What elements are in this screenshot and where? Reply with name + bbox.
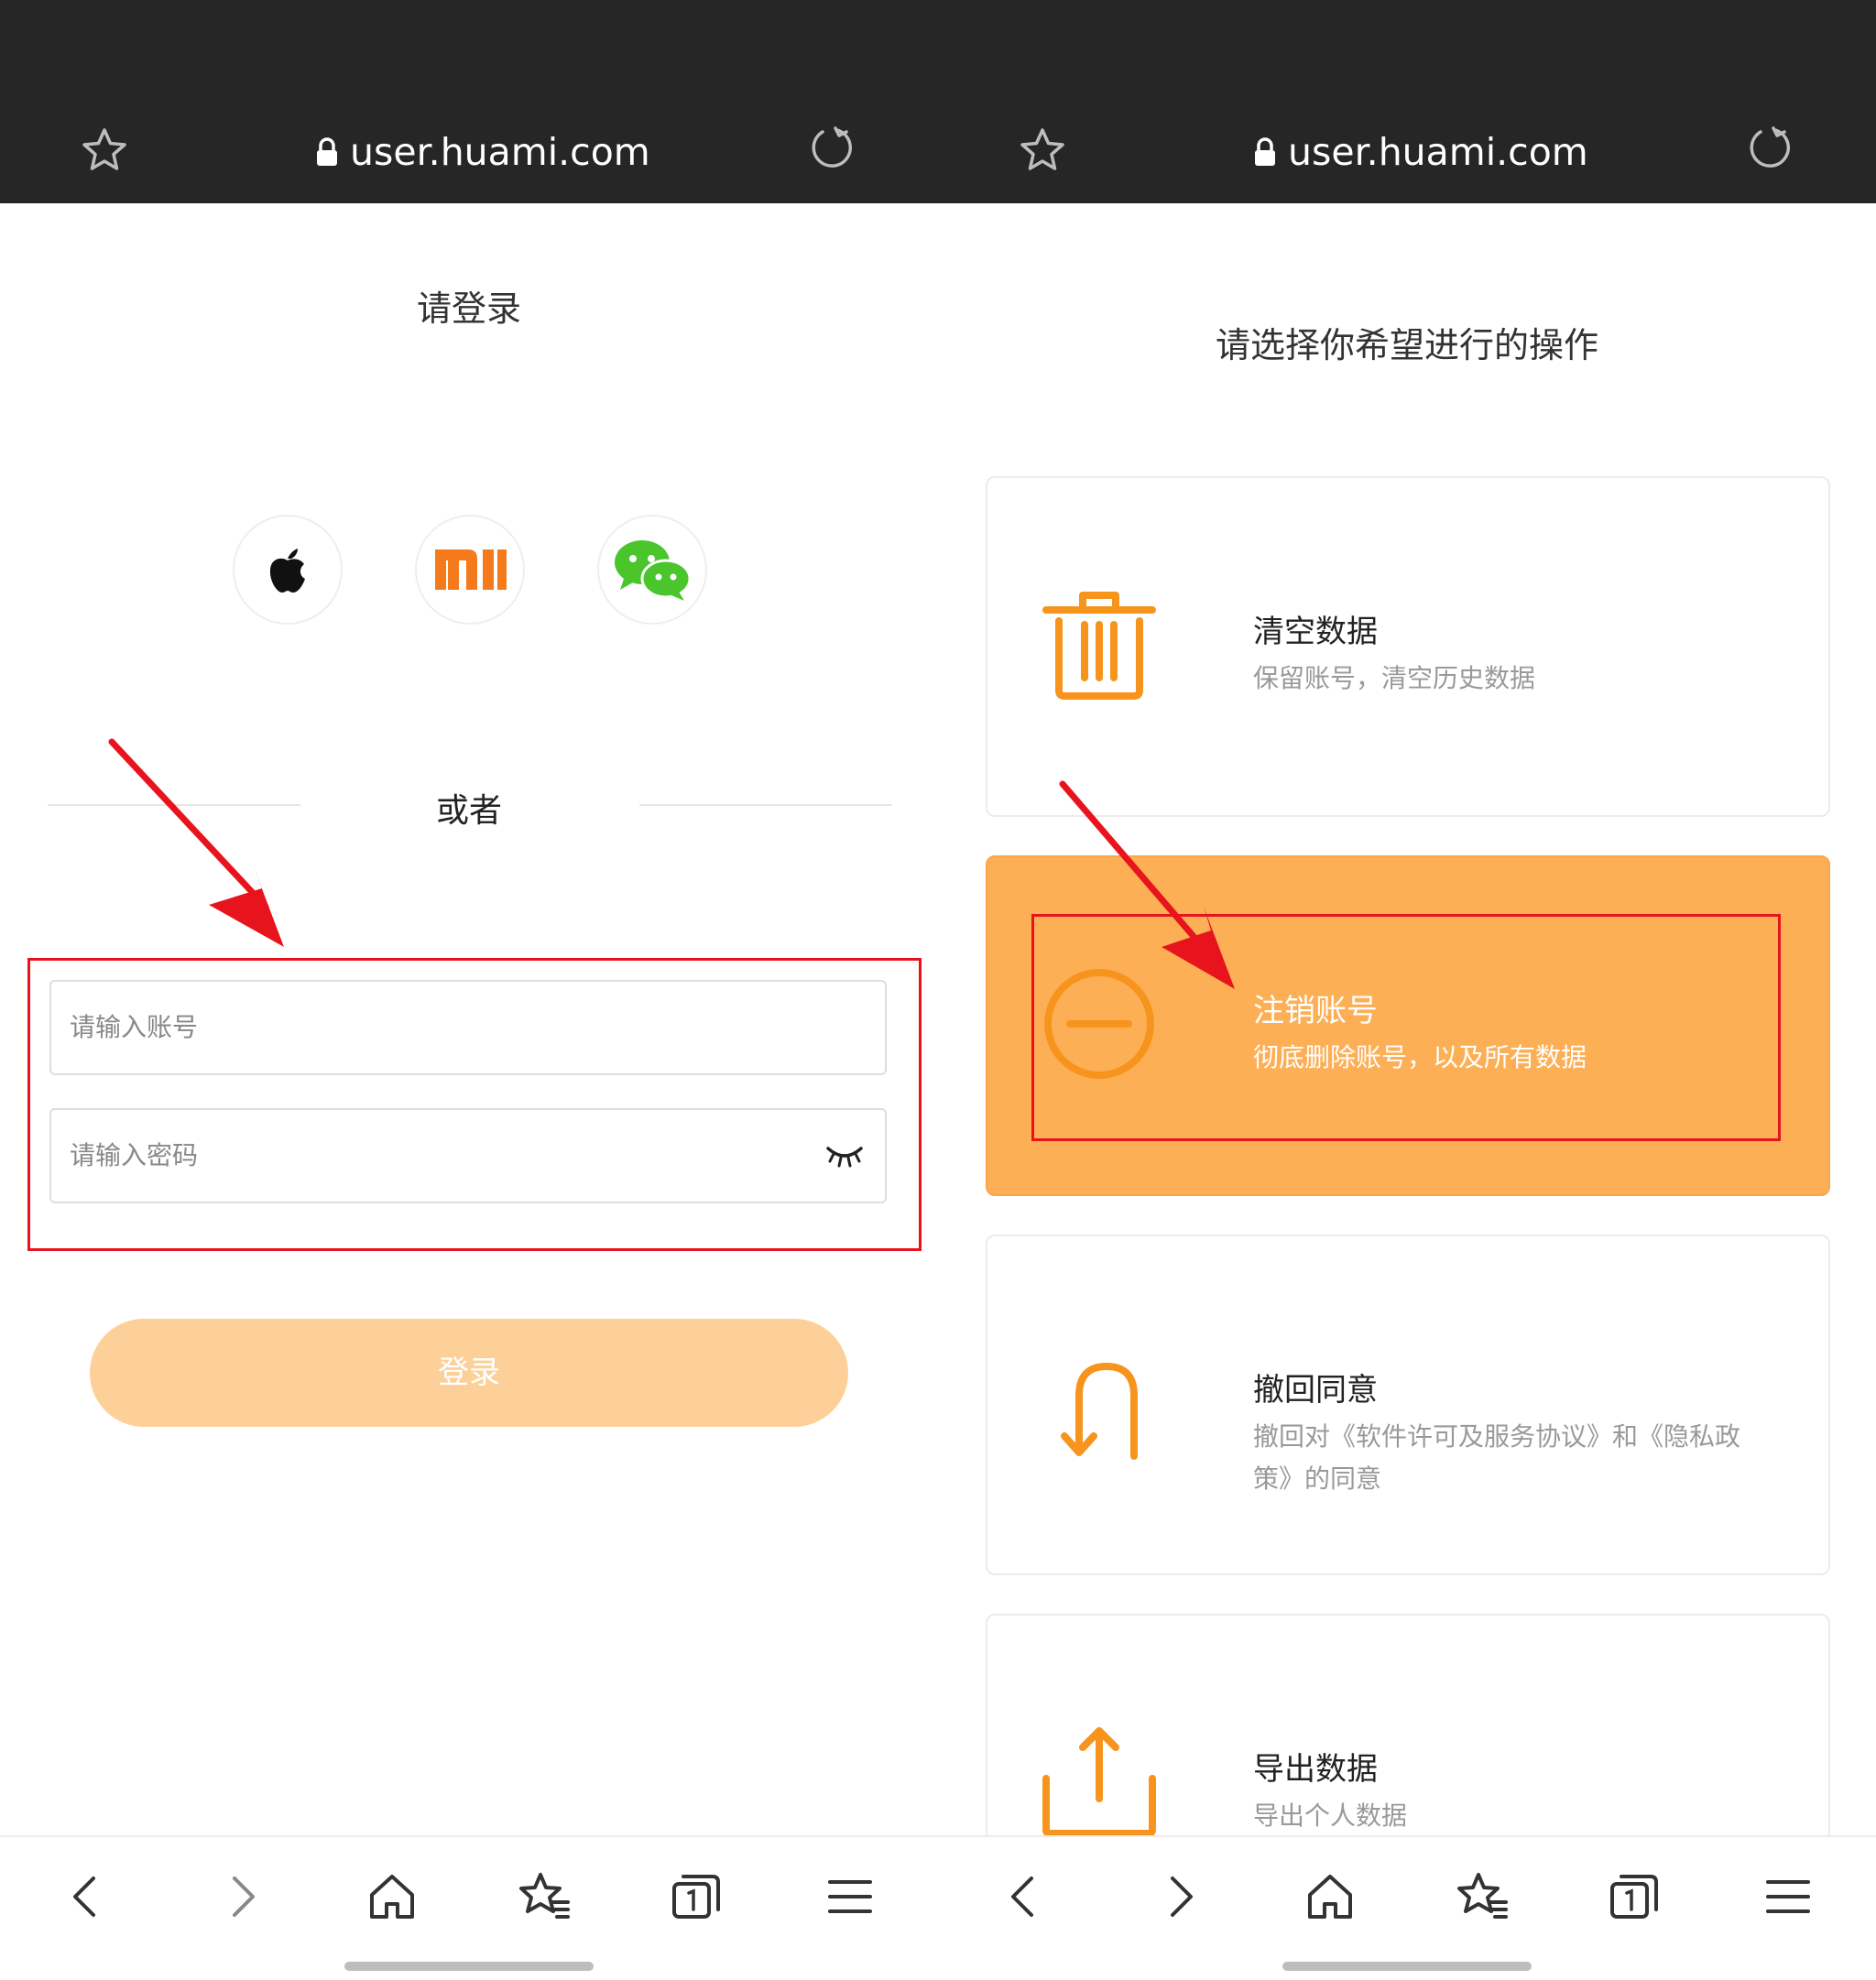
withdraw-consent-option[interactable]: 撤回同意 撤回对《软件许可及服务协议》和《隐私政策》的同意 bbox=[986, 1235, 1830, 1575]
login-screen: user.huami.com 请登录 或者 请输入账号 请输入密码 登录 bbox=[0, 0, 938, 1980]
option-title: 清空数据 bbox=[1253, 614, 1378, 650]
option-title: 导出数据 bbox=[1253, 1751, 1378, 1788]
url-text: user.huami.com bbox=[350, 130, 650, 174]
back-icon[interactable] bbox=[59, 1869, 114, 1924]
undo-icon bbox=[1061, 1362, 1138, 1460]
browser-top-bar: user.huami.com bbox=[938, 0, 1876, 203]
or-separator: 或者 bbox=[435, 792, 502, 830]
wechat-icon bbox=[615, 540, 692, 601]
lock-icon bbox=[1255, 137, 1275, 166]
menu-icon[interactable] bbox=[1761, 1869, 1816, 1924]
bookmarks-icon[interactable] bbox=[517, 1869, 572, 1924]
export-icon bbox=[1042, 1727, 1156, 1837]
home-indicator bbox=[1282, 1962, 1532, 1971]
address-bar[interactable]: user.huami.com bbox=[315, 126, 650, 178]
lock-icon bbox=[317, 137, 337, 166]
url-text: user.huami.com bbox=[1288, 130, 1588, 174]
browser-top-bar: user.huami.com bbox=[0, 0, 938, 203]
annotation-highlight-box bbox=[1031, 914, 1781, 1141]
option-description: 导出个人数据 bbox=[1253, 1800, 1408, 1831]
forward-icon[interactable] bbox=[1152, 1869, 1207, 1924]
address-bar[interactable]: user.huami.com bbox=[1253, 126, 1588, 178]
home-icon[interactable] bbox=[1303, 1869, 1358, 1924]
browser-bottom-bar bbox=[0, 1835, 938, 1980]
xiaomi-login-button[interactable] bbox=[415, 515, 525, 625]
bookmark-star-icon[interactable] bbox=[1019, 126, 1066, 174]
reload-icon[interactable] bbox=[1744, 123, 1795, 174]
bookmarks-icon[interactable] bbox=[1455, 1869, 1510, 1924]
separator-line-right bbox=[639, 804, 892, 806]
home-icon[interactable] bbox=[365, 1869, 420, 1924]
tabs-icon[interactable] bbox=[669, 1869, 724, 1924]
back-icon[interactable] bbox=[997, 1869, 1052, 1924]
forward-icon[interactable] bbox=[214, 1869, 269, 1924]
operations-screen: user.huami.com 请选择你希望进行的操作 清空数据 保留账号，清空历… bbox=[938, 0, 1876, 1980]
option-description: 保留账号，清空历史数据 bbox=[1253, 663, 1536, 693]
annotation-highlight-box bbox=[27, 958, 922, 1251]
wechat-login-button[interactable] bbox=[597, 515, 707, 625]
login-button[interactable]: 登录 bbox=[90, 1319, 848, 1427]
home-indicator bbox=[344, 1962, 594, 1971]
apple-icon bbox=[269, 549, 305, 593]
tabs-icon[interactable] bbox=[1607, 1869, 1662, 1924]
apple-login-button[interactable] bbox=[233, 515, 343, 625]
browser-bottom-bar bbox=[938, 1835, 1876, 1980]
operations-title: 请选择你希望进行的操作 bbox=[1215, 325, 1598, 365]
clear-data-option[interactable]: 清空数据 保留账号，清空历史数据 bbox=[986, 476, 1830, 817]
trash-icon bbox=[1042, 592, 1156, 700]
xiaomi-logo-icon bbox=[435, 549, 507, 590]
bookmark-star-icon[interactable] bbox=[81, 126, 128, 174]
option-description: 撤回对《软件许可及服务协议》和《隐私政策》的同意 bbox=[1253, 1421, 1741, 1494]
login-title: 请登录 bbox=[416, 288, 521, 329]
menu-icon[interactable] bbox=[823, 1869, 878, 1924]
reload-icon[interactable] bbox=[806, 123, 857, 174]
option-title: 撤回同意 bbox=[1253, 1372, 1378, 1409]
